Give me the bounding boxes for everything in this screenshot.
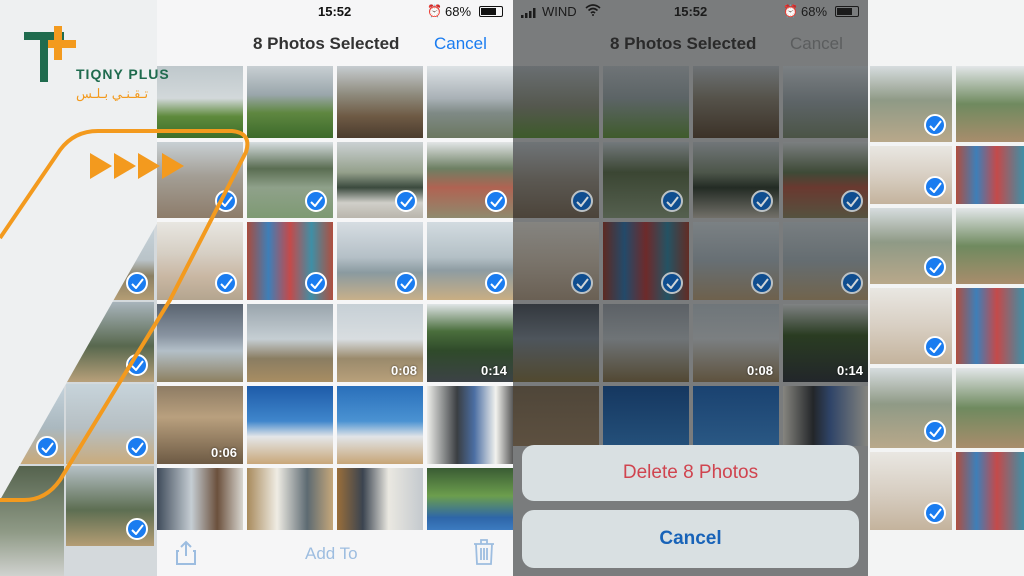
arrow-icons xyxy=(90,153,184,179)
brand-name: TIQNY PLUS xyxy=(76,66,170,82)
brand-arabic: تـقـنـي بـلـس xyxy=(76,86,149,101)
logo-icon xyxy=(24,26,76,82)
brand-logo: TIQNY PLUS تـقـنـي بـلـس xyxy=(18,22,218,112)
